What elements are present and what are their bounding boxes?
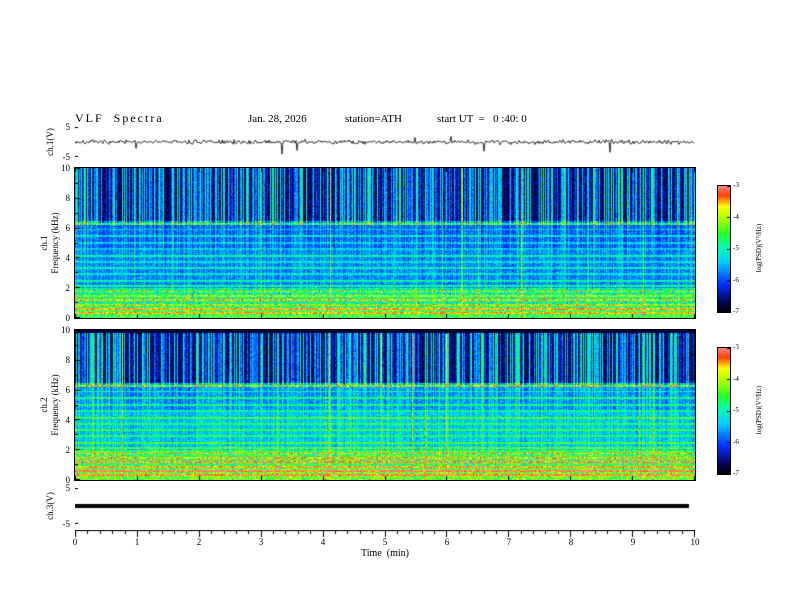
figure-title: VLF Spectra (75, 111, 164, 125)
ch2-spec-y-tick-label: 2 (65, 445, 71, 455)
ch1-wave-y-tick-label: 5 (65, 122, 71, 132)
x-tick-label: 3 (258, 537, 264, 547)
x-tick-label: 9 (630, 537, 636, 547)
x-axis-label: Time (min) (361, 548, 409, 559)
vlf-spectra-figure: VLF Spectra Jan. 28, 2026 station=ATH st… (0, 0, 792, 612)
colorbar-ch1-label: log(PSD)(V²/Hz) (755, 223, 763, 273)
ch2-spectrogram-canvas (74, 329, 696, 481)
ch2-spec-y-tick-label: 6 (65, 385, 71, 395)
x-tick-label: 7 (506, 537, 512, 547)
x-tick-label: 6 (444, 537, 450, 547)
colorbar-ch1-tick-label: -6 (733, 275, 739, 284)
ch1-spec-y-tick-label: 0 (65, 313, 71, 323)
x-tick-label: 1 (134, 537, 140, 547)
ch1-spec-y-tick-label: 4 (65, 253, 71, 263)
figure-start-ut: start UT = 0 :40: 0 (437, 113, 527, 125)
x-tick-label: 2 (196, 537, 202, 547)
colorbar-ch2-tick-label: -7 (733, 469, 739, 477)
ch2-spec-y-tick-label: 4 (65, 415, 71, 425)
colorbar-ch1-tick-label: -3 (733, 181, 739, 189)
colorbar-ch2-tick-label: -4 (733, 374, 739, 383)
colorbar-ch2-tick-label: -5 (733, 406, 739, 414)
x-tick-label: 0 (72, 537, 78, 547)
ch1-wave-y-tick-label: -5 (62, 152, 71, 162)
colorbar-ch2-tick-label: -3 (733, 343, 739, 351)
ch2-spec-axis-label: Frequency (kHz) (50, 374, 60, 436)
ch1-spectrogram-canvas (74, 167, 696, 319)
colorbar-ch1-tick-label: -4 (733, 212, 739, 221)
ch1-spec-y-tick-label: 2 (65, 283, 71, 293)
ch3-voltage-ylabel: ch.3(V) (45, 492, 55, 520)
x-tick-label: 10 (690, 537, 700, 547)
x-tick-label: 4 (320, 537, 326, 547)
ch1-spec-y-tick-label: 8 (65, 193, 71, 203)
ch2-spec-channel-label: ch.2 (39, 397, 49, 413)
ch3-wave-y-tick-label: -5 (62, 519, 71, 529)
x-tick-label: 5 (382, 537, 388, 547)
ch1-spec-y-tick-label: 10 (61, 163, 70, 173)
x-tick-label: 8 (568, 537, 574, 547)
colorbar-ch2-tick-label: -6 (733, 437, 739, 446)
ch1-voltage-ylabel: ch.1(V) (45, 128, 55, 156)
ch1-spec-axis-label: Frequency (kHz) (50, 212, 60, 274)
ch3-waveform-canvas (75, 488, 695, 524)
colorbar-ch1-tick-label: -5 (733, 244, 739, 252)
ch1-spec-y-tick-label: 6 (65, 223, 71, 233)
colorbar-ch1-canvas (717, 185, 731, 313)
figure-station: station=ATH (345, 113, 402, 125)
ch1-spec-channel-label: ch.1 (39, 235, 49, 251)
colorbar-ch2-canvas (717, 347, 731, 475)
figure-date: Jan. 28, 2026 (248, 113, 307, 125)
ch2-spec-y-tick-label: 10 (61, 325, 70, 335)
colorbar-ch2-label: log(PSD)(V²/Hz) (755, 385, 763, 435)
ch1-waveform-canvas (75, 127, 695, 157)
colorbar-ch1-tick-label: -7 (733, 307, 739, 315)
ch2-spec-y-tick-label: 8 (65, 355, 71, 365)
ch3-wave-y-tick-label: 5 (65, 483, 71, 493)
